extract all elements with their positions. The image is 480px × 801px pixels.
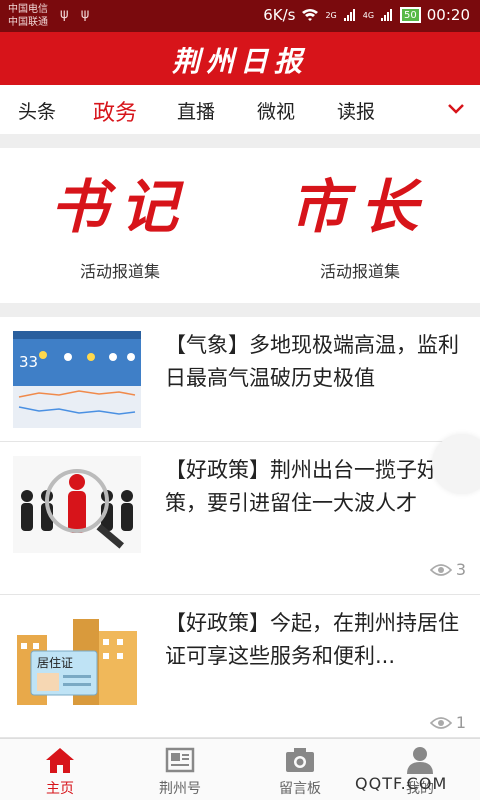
newspaper-icon xyxy=(165,747,195,773)
view-count-value: 3 xyxy=(455,560,466,579)
watermark: QQTF.COM xyxy=(355,774,448,793)
nav-label: 留言板 xyxy=(279,781,321,797)
feature-calligraphy: 书记 xyxy=(49,173,190,241)
wifi-icon xyxy=(302,9,319,21)
nav-message-board[interactable]: 留言板 xyxy=(240,739,360,801)
view-count: 1 xyxy=(429,713,466,732)
eye-icon xyxy=(429,716,452,729)
app-logo: 荆州日报 xyxy=(171,45,308,78)
feature-section: 书记 活动报道集 市长 活动报道集 xyxy=(0,148,480,303)
feature-calligraphy: 市长 xyxy=(289,173,430,241)
nav-label: 主页 xyxy=(46,781,74,797)
tab-headlines[interactable]: 头条 xyxy=(18,97,56,124)
chevron-down-icon[interactable] xyxy=(446,99,466,119)
news-item[interactable]: 居住证 【好政策】今起，在荆州持居住证可享这些服务和便利... 1 xyxy=(0,595,480,738)
carrier-2: 中国联通 xyxy=(8,17,48,28)
residence-card-image: 居住证 xyxy=(13,613,141,710)
tab-live[interactable]: 直播 xyxy=(177,97,215,124)
nav-label: 荆州号 xyxy=(159,781,201,797)
weather-chart-image: 33 xyxy=(13,331,141,428)
channel-tabs: 头条 政务 直播 微视 读报 xyxy=(0,85,480,135)
tab-government[interactable]: 政务 xyxy=(93,95,137,127)
news-title: 【好政策】今起，在荆州持居住证可享这些服务和便利... xyxy=(165,611,459,668)
view-count: 3 xyxy=(429,560,466,579)
news-item[interactable]: 【好政策】荆州出台一揽子好政策，要引进留住一大波人才 3 xyxy=(0,442,480,595)
tab-newspaper[interactable]: 读报 xyxy=(337,97,375,124)
signal-icon xyxy=(343,9,355,21)
divider xyxy=(0,135,480,148)
residence-card-text: 居住证 xyxy=(37,656,73,670)
feature-mayor[interactable]: 市长 活动报道集 xyxy=(240,148,480,303)
talent-search-image xyxy=(13,456,141,553)
carrier-1: 中国电信 xyxy=(8,4,48,15)
user-icon xyxy=(407,747,433,774)
eye-icon xyxy=(429,563,452,576)
view-count-value: 1 xyxy=(455,713,466,732)
nav-jingzhou-account[interactable]: 荆州号 xyxy=(120,739,240,801)
divider xyxy=(0,303,480,317)
battery-icon: 50 xyxy=(400,7,421,23)
usb-icon: ψ ψ xyxy=(60,7,94,22)
status-bar: 中国电信 中国联通 ψ ψ 6K/s 2G 4G 50 00:20 xyxy=(0,0,480,32)
policy-thumbnail xyxy=(13,456,141,553)
weather-temp-text: 33 xyxy=(19,353,38,371)
residence-thumbnail: 居住证 xyxy=(13,613,141,710)
network-4g-label: 4G xyxy=(362,10,375,20)
network-2g-label: 2G xyxy=(325,10,337,20)
nav-home[interactable]: 主页 xyxy=(0,739,120,801)
network-speed: 6K/s xyxy=(263,6,296,24)
weather-thumbnail: 33 xyxy=(13,331,141,428)
clock: 00:20 xyxy=(426,6,470,24)
status-indicators: 6K/s 2G 4G 50 00:20 xyxy=(263,6,470,24)
feature-secretary[interactable]: 书记 活动报道集 xyxy=(0,148,240,303)
feature-caption: 活动报道集 xyxy=(79,262,160,281)
news-title: 【气象】多地现极端高温，监利日最高气温破历史极值 xyxy=(165,333,459,390)
tab-video[interactable]: 微视 xyxy=(257,97,295,124)
camera-icon xyxy=(286,748,314,772)
feature-caption: 活动报道集 xyxy=(319,262,400,281)
app-header: 荆州日报 xyxy=(0,32,480,85)
carrier-info: 中国电信 中国联通 xyxy=(8,3,48,29)
signal-icon-2 xyxy=(381,9,393,21)
home-icon xyxy=(46,748,74,773)
news-title: 【好政策】荆州出台一揽子好政策，要引进留住一大波人才 xyxy=(165,458,459,515)
news-item[interactable]: 33 【气象】多地现极端高温，监利日最高气温破历史极值 xyxy=(0,317,480,442)
